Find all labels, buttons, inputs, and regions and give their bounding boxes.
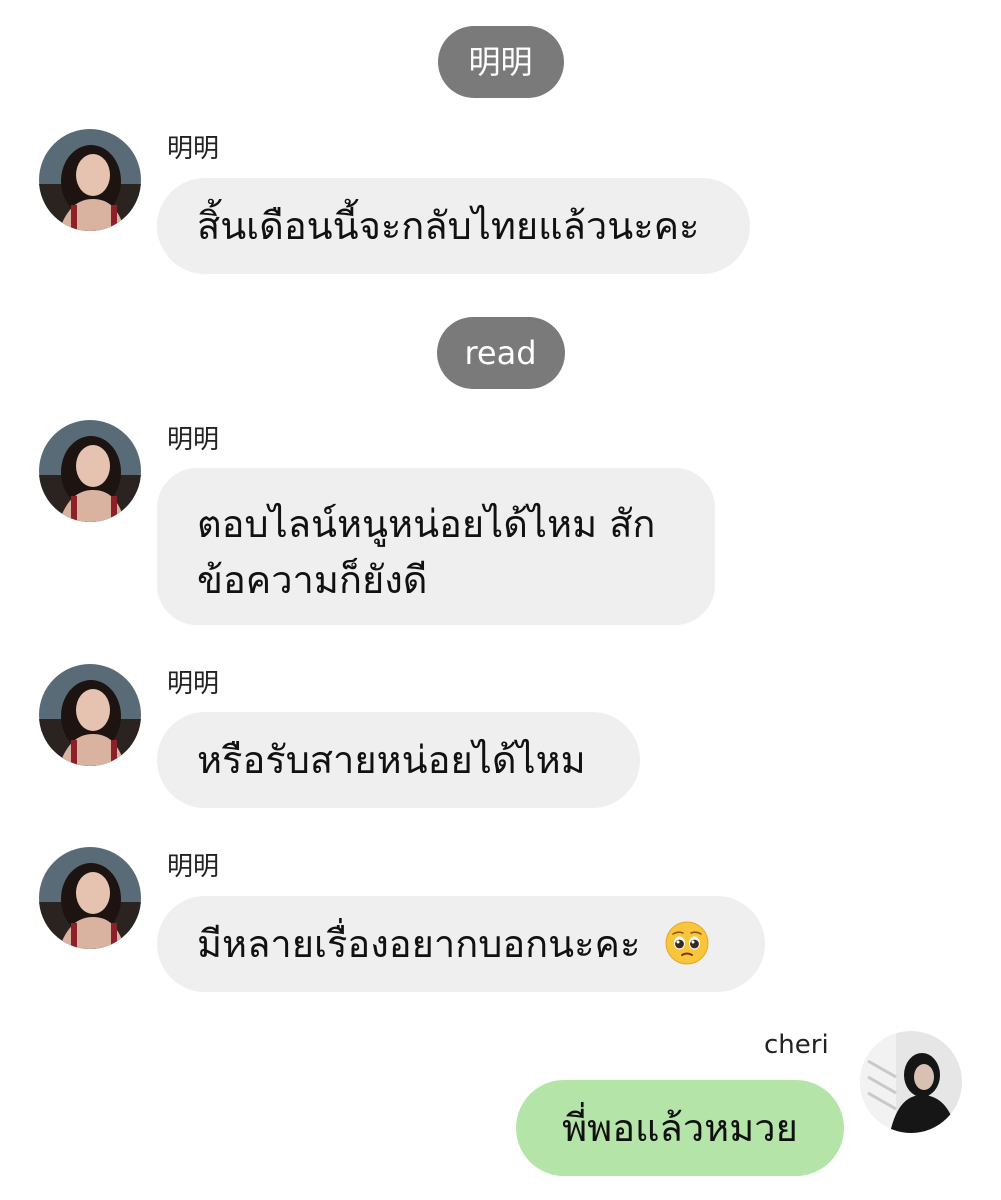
message-text: พี่พอแล้วหมวย [562,1106,798,1150]
message-bubble[interactable]: มีหลายเรื่องอยากบอกนะคะ [157,896,765,992]
message-text: มีหลายเรื่องอยากบอกนะคะ [197,922,641,966]
self-avatar[interactable] [860,1031,962,1133]
message-bubble-outgoing[interactable]: พี่พอแล้วหมวย [516,1080,844,1176]
message-text-line: ข้อความก็ยังดี [197,558,428,602]
sender-name: 明明 [167,134,220,164]
message-bubble[interactable]: ตอบไลน์หนูหน่อยได้ไหม สัก ข้อความก็ยังดี [157,468,715,625]
message-text: สิ้นเดือนนี้จะกลับไทยแล้วนะคะ [197,204,700,248]
message-bubble[interactable]: หรือรับสายหน่อยได้ไหม [157,712,640,808]
sender-name: 明明 [167,669,220,699]
read-receipt: read [436,317,565,389]
message-bubble[interactable]: สิ้นเดือนนี้จะกลับไทยแล้วนะคะ [157,178,750,274]
message-text-line: ตอบไลน์หนูหน่อยได้ไหม สัก [197,502,656,546]
sender-avatar[interactable] [39,664,141,766]
sender-name: 明明 [167,425,220,455]
sender-name: cheri [764,1030,829,1060]
chat-header-name: 明明 [437,26,564,98]
sender-avatar[interactable] [39,129,141,231]
sender-avatar[interactable] [39,420,141,522]
pleading-face-emoji-icon [665,921,709,964]
message-text: หรือรับสายหน่อยได้ไหม [197,738,586,782]
sender-avatar[interactable] [39,847,141,949]
sender-name: 明明 [167,852,220,882]
